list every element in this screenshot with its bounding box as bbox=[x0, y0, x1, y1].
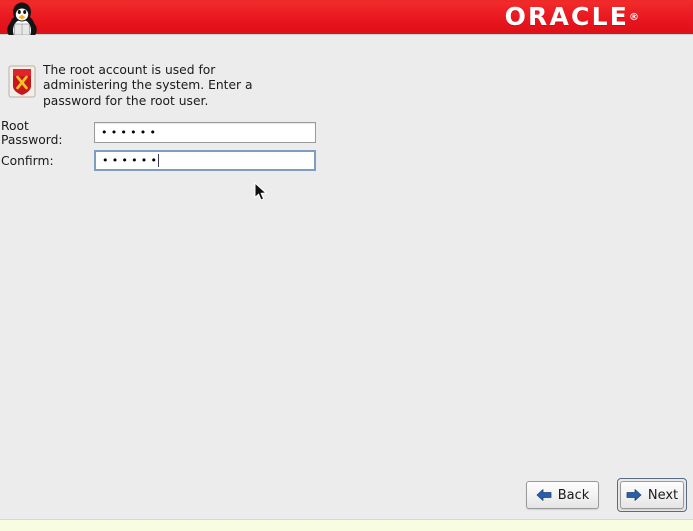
next-button-focus-ring: Next bbox=[617, 478, 687, 512]
installer-content-pane: The root account is used for administeri… bbox=[0, 35, 693, 519]
oracle-header-banner: ORACLE® bbox=[0, 0, 693, 35]
confirm-password-label: Confirm: bbox=[1, 153, 54, 168]
root-password-input[interactable]: •••••• bbox=[94, 122, 316, 143]
root-password-row: Root Password: •••••• bbox=[0, 119, 316, 147]
back-button[interactable]: Back bbox=[526, 481, 599, 509]
bottom-status-strip bbox=[0, 519, 693, 531]
back-button-label: Back bbox=[557, 487, 590, 503]
next-button-label: Next bbox=[647, 487, 679, 503]
arrow-left-icon bbox=[536, 488, 552, 502]
confirm-password-row: Confirm: •••••• bbox=[0, 150, 316, 171]
root-password-info-block: The root account is used for administeri… bbox=[8, 63, 328, 109]
confirm-password-value: •••••• bbox=[102, 154, 161, 167]
installer-window: ORACLE® The root account is used for adm… bbox=[0, 0, 693, 531]
confirm-password-input[interactable]: •••••• bbox=[94, 150, 316, 171]
arrow-right-icon bbox=[626, 488, 642, 502]
text-caret bbox=[158, 154, 160, 167]
root-password-value: •••••• bbox=[101, 126, 160, 139]
oracle-wordmark-text: ORACLE bbox=[504, 2, 629, 31]
oracle-wordmark: ORACLE® bbox=[505, 3, 639, 31]
next-button[interactable]: Next bbox=[620, 481, 684, 509]
root-password-description: The root account is used for administeri… bbox=[43, 63, 253, 108]
root-password-shield-icon bbox=[8, 65, 36, 98]
registered-trademark-symbol: ® bbox=[629, 12, 639, 23]
root-password-label: Root Password: bbox=[1, 118, 63, 147]
